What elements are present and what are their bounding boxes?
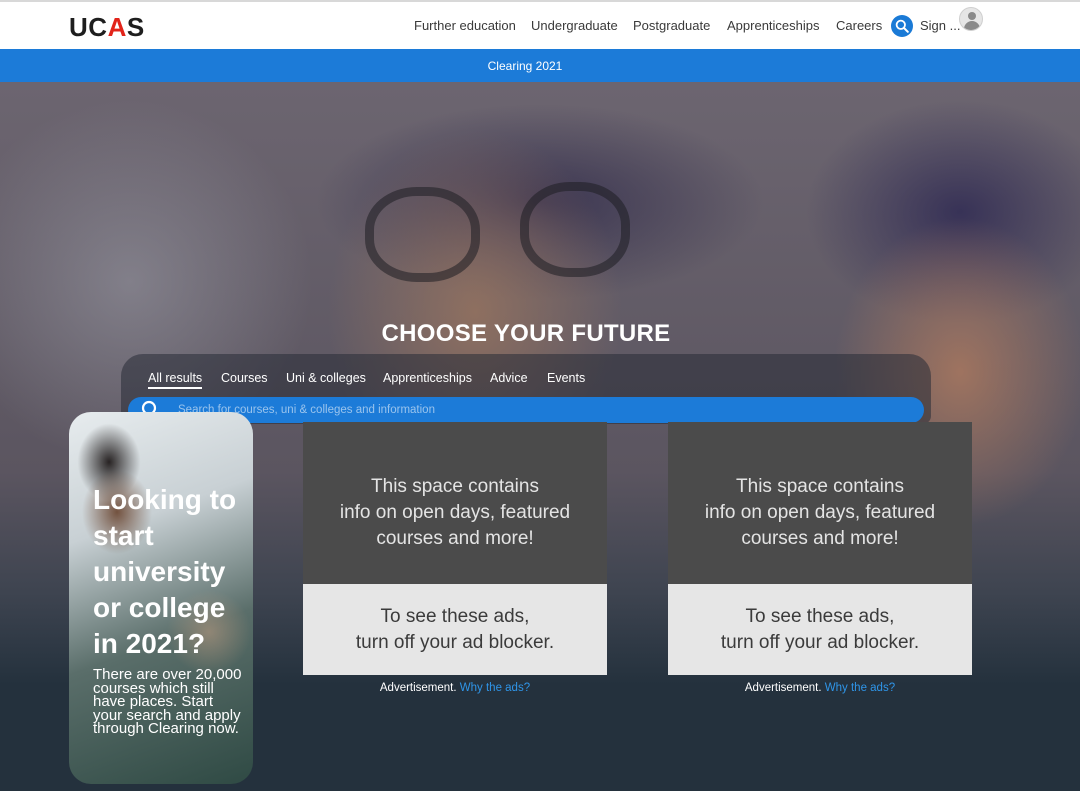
sign-in-link[interactable]: Sign ...: [920, 18, 960, 33]
header-search-button[interactable]: [891, 15, 913, 37]
clearing-banner-label: Clearing 2021: [487, 59, 563, 73]
ad-placeholder-bottom: To see these ads, turn off your ad block…: [303, 584, 607, 675]
site-header: UCAS Further education Undergraduate Pos…: [0, 0, 1080, 49]
ad-caption-label: Advertisement.: [744, 682, 822, 694]
nav-apprenticeships[interactable]: Apprenticeships: [727, 18, 820, 33]
tab-advice[interactable]: Advice: [490, 371, 528, 385]
tab-courses[interactable]: Courses: [221, 371, 268, 385]
tab-events[interactable]: Events: [547, 371, 585, 385]
ad-message: This space contains info on open days, f…: [704, 476, 936, 549]
ad-placeholder-top: This space contains info on open days, f…: [303, 422, 607, 584]
clearing-promo-card[interactable]: Looking to start university or college i…: [69, 412, 253, 784]
tab-all-results[interactable]: All results: [148, 371, 203, 389]
ad-slot: This space contains info on open days, f…: [668, 422, 972, 675]
promo-text: There are over 20,000 courses which stil…: [93, 666, 242, 737]
ad-caption-label: Advertisement.: [379, 682, 457, 694]
why-the-ads-link[interactable]: Why the ads?: [460, 682, 530, 694]
clearing-banner[interactable]: Clearing 2021: [0, 49, 1080, 82]
search-icon: [895, 19, 909, 33]
hero-background-decoration: [520, 182, 630, 277]
hero-background-decoration: [365, 187, 480, 282]
why-the-ads-link[interactable]: Why the ads?: [825, 682, 895, 694]
ad-caption: Advertisement. Why the ads?: [303, 682, 607, 694]
promo-title: Looking to start university or college i…: [93, 484, 237, 659]
ad-message: This space contains info on open days, f…: [339, 476, 571, 549]
ad-blocker-message: To see these ads, turn off your ad block…: [355, 606, 555, 653]
nav-further-education[interactable]: Further education: [414, 18, 516, 33]
search-input[interactable]: [178, 401, 878, 419]
nav-undergraduate[interactable]: Undergraduate: [531, 18, 618, 33]
hero-section: CHOOSE YOUR FUTURE All results Courses U…: [0, 82, 1080, 791]
ad-blocker-message: To see these ads, turn off your ad block…: [720, 606, 920, 653]
user-avatar-icon[interactable]: [959, 7, 983, 31]
hero-title: CHOOSE YOUR FUTURE: [381, 320, 671, 347]
ad-caption: Advertisement. Why the ads?: [668, 682, 972, 694]
nav-careers[interactable]: Careers: [836, 18, 882, 33]
ad-placeholder-top: This space contains info on open days, f…: [668, 422, 972, 584]
tab-apprenticeships[interactable]: Apprenticeships: [383, 371, 472, 385]
tab-uni-colleges[interactable]: Uni & colleges: [286, 371, 366, 385]
nav-postgraduate[interactable]: Postgraduate: [633, 18, 710, 33]
ucas-logo[interactable]: UCAS: [69, 12, 145, 43]
ad-placeholder-bottom: To see these ads, turn off your ad block…: [668, 584, 972, 675]
ad-slot: This space contains info on open days, f…: [303, 422, 607, 675]
